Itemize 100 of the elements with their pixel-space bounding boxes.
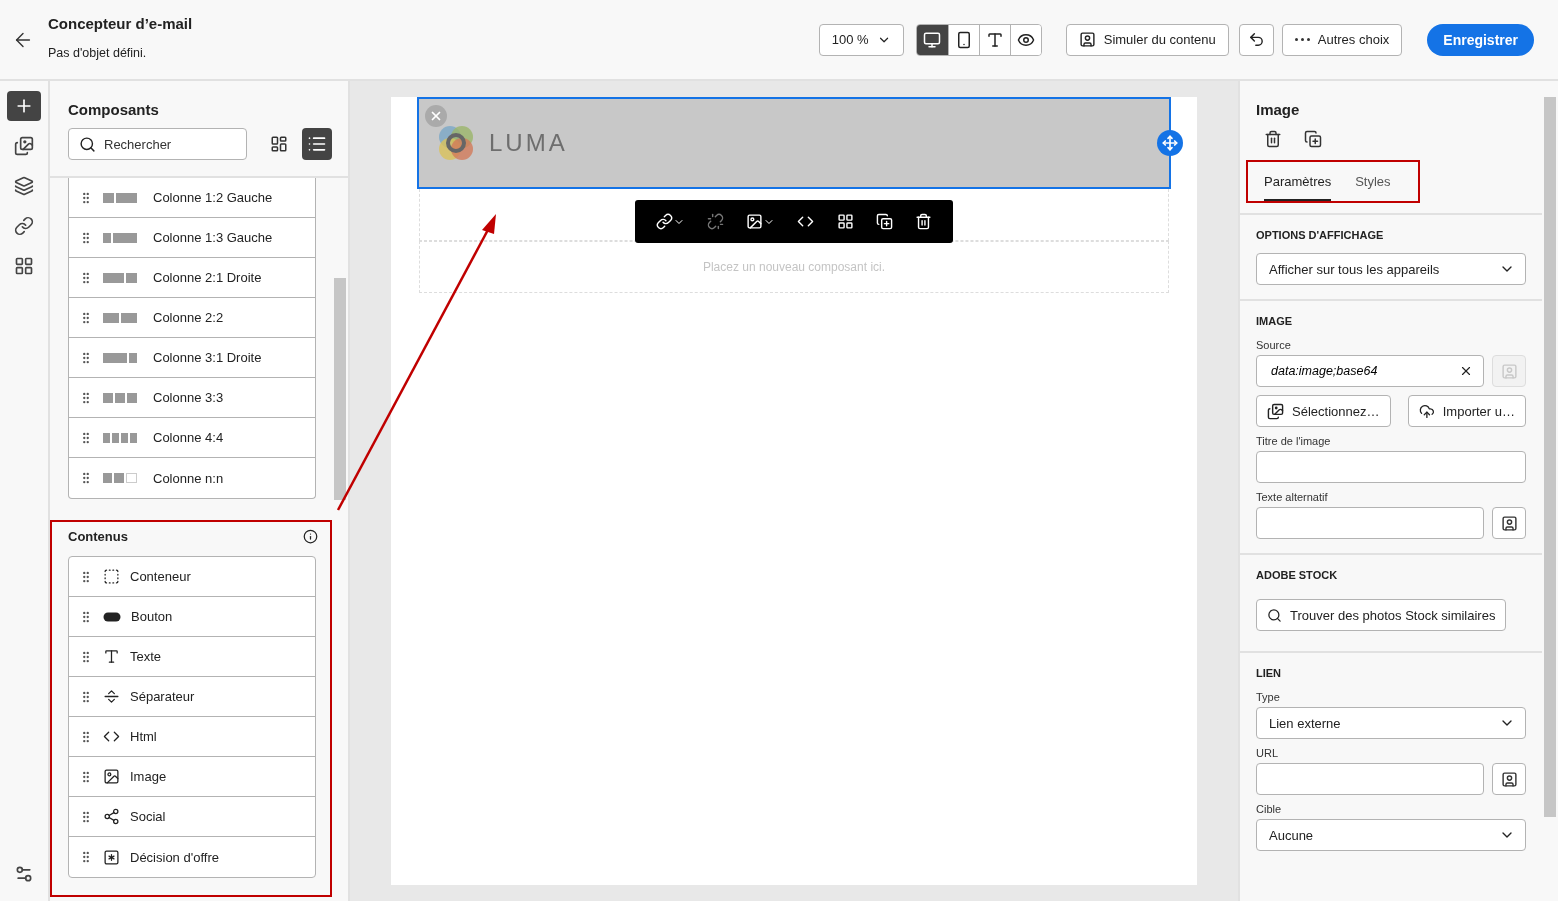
duplicate-icon (875, 213, 893, 230)
search-input[interactable]: Rechercher (102, 135, 232, 153)
columns-icon (103, 192, 137, 203)
columns-icon (103, 352, 137, 363)
subject-text: Pas d'objet défini. (48, 46, 148, 60)
move-handle-icon[interactable] (1157, 130, 1183, 156)
trash-icon (914, 213, 932, 230)
user-square-icon (1500, 362, 1518, 380)
images-icon (1267, 402, 1284, 420)
content-item[interactable]: Html (69, 717, 315, 757)
section-title: Contenus (68, 528, 128, 544)
grid-icon (14, 256, 34, 276)
field-label: Cible (1256, 803, 1283, 815)
section-heading: OPTIONS D'AFFICHAGE (1256, 229, 1385, 241)
content-item[interactable]: Bouton (69, 597, 315, 637)
info-icon (303, 528, 318, 544)
tab[interactable]: Paramètres (1264, 174, 1332, 201)
structure-item[interactable]: Colonne 1:2 Gauche (69, 178, 315, 218)
delete-button[interactable] (914, 213, 932, 230)
mobile-view-button[interactable] (947, 24, 979, 55)
grid-button[interactable] (836, 213, 854, 230)
trash-icon (1264, 130, 1282, 148)
drop-hint: Placez un nouveau composant ici. (702, 260, 886, 274)
desktop-view-button[interactable] (916, 24, 948, 55)
section-heading: ADOBE STOCK (1256, 569, 1339, 581)
input-field[interactable] (1256, 507, 1484, 539)
structure-item[interactable]: Colonne n:n (69, 458, 315, 498)
delete-button[interactable] (1264, 130, 1282, 148)
structure-item[interactable]: Colonne 2:2 (69, 298, 315, 338)
structure-item[interactable]: Colonne 1:3 Gauche (69, 218, 315, 258)
section-heading: IMAGE (1256, 315, 1294, 327)
columns-icon (103, 272, 137, 283)
undo-icon (1247, 31, 1265, 48)
columns-icon (103, 232, 137, 243)
dropdown[interactable]: Lien externe (1256, 707, 1526, 739)
zoom-select[interactable]: 100 % (818, 23, 904, 56)
content-item[interactable]: Social (69, 797, 315, 837)
save-button[interactable]: Enregistrer (1427, 23, 1534, 56)
panel-title: Composants (68, 101, 160, 118)
clear-icon[interactable] (1459, 364, 1473, 378)
upload-button[interactable]: Importer u… (1408, 395, 1526, 427)
link-button[interactable] (656, 213, 686, 230)
square-asterisk-icon (103, 848, 120, 866)
share-icon (103, 808, 120, 825)
dropdown[interactable]: Afficher sur tous les appareils (1256, 253, 1526, 285)
image-icon (746, 213, 764, 230)
user-square-icon (1078, 31, 1096, 48)
text-icon (103, 648, 120, 665)
content-item[interactable]: Décision d'offre (69, 837, 315, 877)
content-item[interactable]: Texte (69, 637, 315, 677)
content-item[interactable]: Séparateur (69, 677, 315, 717)
columns-icon (103, 312, 137, 323)
search-icon (79, 135, 96, 153)
content-item[interactable]: Image (69, 757, 315, 797)
layers-icon (14, 176, 34, 196)
page-title: Concepteur d’e-mail (48, 15, 193, 32)
find-stock-button[interactable]: Trouver des photos Stock similaires (1256, 599, 1507, 631)
simulate-button[interactable]: Simuler du contenu (1065, 23, 1229, 56)
text-input[interactable]: data:image;base64 (1269, 363, 1459, 379)
input-field[interactable] (1256, 763, 1484, 795)
structure-item[interactable]: Colonne 3:3 (69, 378, 315, 418)
logo-text: LUMA (489, 129, 568, 157)
duplicate-icon (1304, 130, 1322, 148)
unlink-icon (707, 213, 725, 230)
search-field[interactable]: Rechercher (68, 128, 248, 160)
asset-picker-button[interactable] (1492, 507, 1526, 539)
list-view-button[interactable] (301, 128, 332, 160)
add-rail-button[interactable] (7, 91, 41, 121)
image-button[interactable] (746, 213, 776, 230)
unlink-button[interactable] (707, 213, 725, 230)
structure-item[interactable]: Colonne 2:1 Droite (69, 258, 315, 298)
structure-item[interactable]: Colonne 4:4 (69, 418, 315, 458)
link-icon (656, 213, 674, 230)
preview-view-button[interactable] (1009, 24, 1041, 55)
user-square-icon (1500, 770, 1518, 788)
cloud-upload-icon (1419, 402, 1435, 420)
input-field[interactable] (1256, 451, 1526, 483)
columns-icon (103, 473, 137, 483)
dropdown[interactable]: Aucune (1256, 819, 1526, 851)
content-item[interactable]: Conteneur (69, 557, 315, 597)
undo-button[interactable] (1238, 23, 1274, 56)
separator-icon (103, 688, 120, 705)
text-view-button[interactable] (978, 24, 1010, 55)
monitor-icon (923, 30, 942, 49)
asset-picker-button[interactable] (1492, 763, 1526, 795)
more-options-button[interactable]: Autres choix (1281, 23, 1403, 56)
image-icon (103, 768, 120, 785)
link-icon (14, 216, 34, 236)
pill-icon (103, 611, 121, 622)
duplicate-button[interactable] (875, 213, 893, 230)
select-asset-button[interactable]: Sélectionnez… (1256, 395, 1391, 427)
panel-title: Image (1256, 101, 1301, 118)
section-heading: LIEN (1256, 667, 1283, 679)
structure-item[interactable]: Colonne 3:1 Droite (69, 338, 315, 378)
field-label: Texte alternatif (1256, 491, 1329, 503)
dashed-square-icon (103, 568, 120, 585)
grid-icon (836, 213, 854, 230)
duplicate-button[interactable] (1304, 130, 1322, 148)
tab[interactable]: Styles (1355, 174, 1391, 201)
input-field[interactable]: data:image;base64 (1256, 355, 1484, 387)
